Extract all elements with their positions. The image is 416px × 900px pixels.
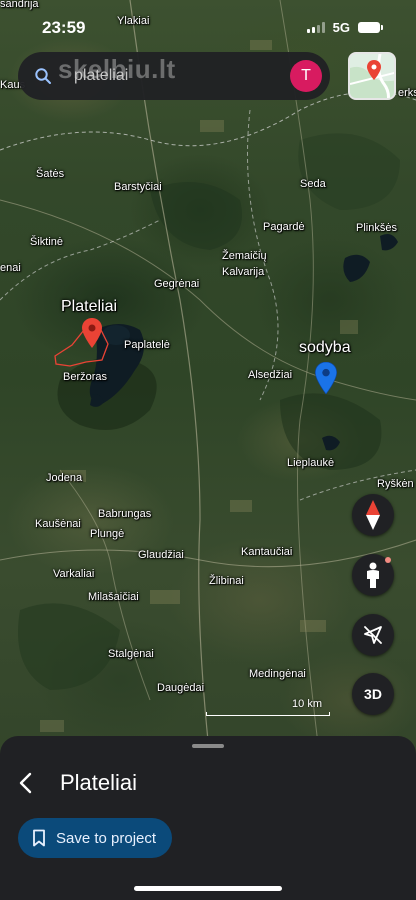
scale-bar — [206, 712, 330, 716]
drag-handle[interactable] — [192, 744, 224, 748]
chevron-left-icon — [19, 772, 32, 794]
place-label: Paplatelė — [124, 339, 170, 351]
map-thumbnail-icon — [350, 54, 394, 98]
map-scale: 10 km — [206, 698, 330, 716]
compass-button[interactable] — [352, 494, 394, 536]
place-label: Plungė — [90, 528, 125, 540]
home-indicator — [134, 886, 282, 891]
place-label: erks — [398, 87, 416, 99]
network-type: 5G — [332, 20, 350, 35]
battery-icon — [358, 22, 383, 33]
place-label: Daugėdai — [157, 682, 205, 694]
place-label: Varkaliai — [53, 568, 95, 580]
3d-button[interactable]: 3D — [352, 673, 394, 715]
place-label: sandrija — [0, 0, 39, 10]
place-label: Kantaučiai — [241, 546, 293, 558]
place-label: Glaudžiai — [138, 549, 184, 561]
avatar[interactable]: T — [290, 60, 322, 92]
pin-label-sodyba: sodyba — [299, 339, 351, 356]
save-to-project-button[interactable]: Save to project — [18, 818, 173, 858]
place-label: Stalgėnai — [108, 648, 154, 660]
place-label: Šiktinė — [30, 236, 64, 248]
place-label: Barstyčiai — [114, 181, 162, 193]
location-button[interactable] — [352, 614, 394, 656]
place-label: Žemaičių — [222, 250, 267, 262]
save-button-label: Save to project — [56, 829, 157, 847]
pin-label-plateliai: Plateliai — [61, 298, 118, 315]
scale-label: 10 km — [292, 698, 322, 710]
place-label: Plinkšės — [356, 222, 397, 234]
back-button[interactable] — [12, 770, 38, 796]
search-input[interactable]: plateliai — [74, 67, 128, 85]
place-label: Seda — [300, 178, 326, 190]
search-bar[interactable]: skelbiu.lt plateliai T — [18, 52, 330, 100]
place-label: Žlibinai — [209, 575, 244, 587]
location-off-icon — [364, 626, 382, 644]
place-label: Beržoras — [63, 371, 108, 383]
place-label: Jodena — [46, 472, 83, 484]
bottom-sheet[interactable]: Plateliai Save to project — [0, 736, 416, 900]
satellite-map[interactable]: sandrija Ylakiai Kaus erks Šatės Barstyč… — [0, 0, 416, 760]
map-layers-button[interactable] — [348, 52, 396, 100]
status-time: 23:59 — [42, 18, 86, 37]
search-icon — [35, 68, 51, 84]
place-label: Babrungas — [98, 508, 152, 520]
street-view-button[interactable] — [352, 554, 394, 596]
place-label: enai — [0, 262, 21, 274]
place-label: Šatės — [36, 168, 65, 180]
place-label: Alsedžiai — [248, 369, 293, 381]
place-label: Ylakiai — [117, 15, 150, 27]
notification-dot — [385, 557, 391, 563]
pegman-icon — [367, 562, 379, 588]
place-label: Lieplaukė — [287, 457, 335, 469]
red-pin-icon[interactable] — [82, 318, 102, 348]
place-label: Milašaičiai — [88, 591, 139, 603]
bookmark-icon — [33, 829, 45, 847]
place-label: Pagardė — [263, 221, 305, 233]
status-indicators: 5G — [306, 20, 383, 35]
compass-icon — [366, 500, 380, 530]
place-title: Plateliai — [60, 770, 138, 795]
place-label: Medingėnai — [249, 668, 306, 680]
signal-icon — [306, 22, 325, 33]
place-label: Ryškėn — [377, 478, 414, 490]
3d-label: 3D — [364, 686, 382, 702]
place-label: Kalvarija — [222, 266, 265, 278]
blue-pin-icon[interactable] — [315, 362, 337, 394]
place-label: Kaušėnai — [35, 518, 81, 530]
place-label: Gegrėnai — [154, 278, 200, 290]
